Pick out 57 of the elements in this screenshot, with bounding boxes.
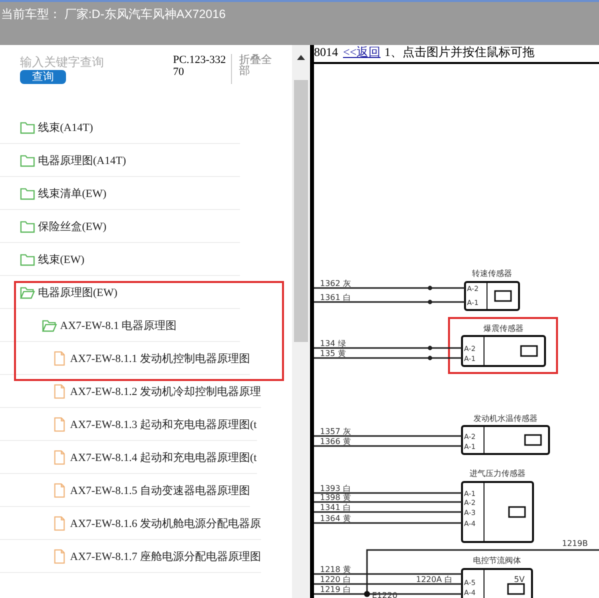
wire-label: 1219B: [562, 539, 588, 548]
wire-label: 1220 白: [320, 575, 351, 584]
document-icon: [52, 482, 67, 498]
wire-label: 1364 黄: [320, 514, 351, 523]
tree-item[interactable]: 线束(EW): [0, 243, 240, 276]
document-icon: [52, 516, 67, 530]
tree-item[interactable]: AX7-EW-8.1.7 座舱电源分配电器原理图: [0, 540, 261, 573]
part-code: PC.123-33270: [173, 54, 232, 84]
tree-item[interactable]: 电器原理图(EW): [0, 276, 240, 309]
splice-dot: [428, 286, 432, 290]
wire-label: 1219 白: [320, 585, 351, 594]
wire-label: 1366 黄: [320, 437, 351, 446]
wire-label: 1398 黄: [320, 493, 351, 502]
document-icon: [52, 416, 67, 432]
wire-label: 1218 黄: [320, 565, 351, 574]
document-icon: [52, 384, 67, 398]
scroll-up-icon[interactable]: [296, 55, 304, 60]
tree-item[interactable]: AX7-EW-8.1 电器原理图: [0, 309, 240, 342]
tree-item[interactable]: AX7-EW-8.1.4 起动和充电电器原理图(t: [0, 441, 257, 474]
wire-label: 1220A 白: [416, 575, 452, 584]
tree-item[interactable]: AX7-EW-8.1.3 起动和充电电器原理图(t: [0, 408, 257, 441]
window-title: 当前车型： 厂家:D-东风汽车风神AX72016: [0, 6, 226, 23]
tree-item[interactable]: AX7-EW-8.1.5 自动变速器电器原理图: [0, 474, 250, 507]
wire-label: 1362 灰: [320, 279, 351, 288]
collapse-all-link[interactable]: 折叠全部: [239, 54, 275, 89]
hint-text: 1、点击图片并按住鼠标可拖: [384, 45, 535, 61]
wire-label: 5V: [514, 575, 525, 584]
document-icon: [52, 548, 67, 564]
tree-item[interactable]: AX7-EW-8.1.1 发动机控制电器原理图: [0, 342, 250, 375]
wire-label: 1361 白: [320, 293, 351, 302]
component-label: 发动机水温传感器: [474, 414, 538, 423]
splice-dot: [428, 356, 432, 360]
tree-item[interactable]: 电器原理图(A14T): [0, 144, 240, 177]
tree-item[interactable]: 线束清单(EW): [0, 177, 240, 210]
wire-label: 1393 白: [320, 484, 351, 493]
scrollbar-thumb[interactable]: [294, 80, 308, 342]
scrollbar[interactable]: [292, 45, 309, 598]
wire-label: 135 黄: [320, 349, 346, 358]
component-label: 转速传感器: [472, 269, 512, 278]
document-icon: [52, 350, 67, 366]
tree-item[interactable]: AX7-EW-8.1.6 发动机舱电源分配电器原: [0, 507, 261, 540]
wire-label: 1341 白: [320, 503, 351, 512]
back-link[interactable]: <<返回: [343, 45, 381, 62]
document-code: 8014: [314, 45, 338, 61]
splice-dot: [364, 591, 370, 597]
component-label: 爆震传感器: [484, 324, 524, 333]
component-label: 进气压力传感器: [470, 469, 526, 478]
document-icon: [52, 450, 67, 464]
tree-item[interactable]: 保险丝盒(EW): [0, 210, 240, 243]
splice-dot: [428, 346, 432, 350]
tree-item[interactable]: AX7-EW-8.1.2 发动机冷却控制电器原理: [0, 375, 261, 408]
component-label: 电控节流阀体: [473, 556, 521, 565]
splice-dot: [428, 300, 432, 304]
tree-item[interactable]: 线束(A14T): [0, 111, 240, 144]
search-button[interactable]: 查询: [20, 70, 66, 84]
wire-label: 134 绿: [320, 339, 346, 348]
wire-label: 1357 灰: [320, 427, 351, 436]
